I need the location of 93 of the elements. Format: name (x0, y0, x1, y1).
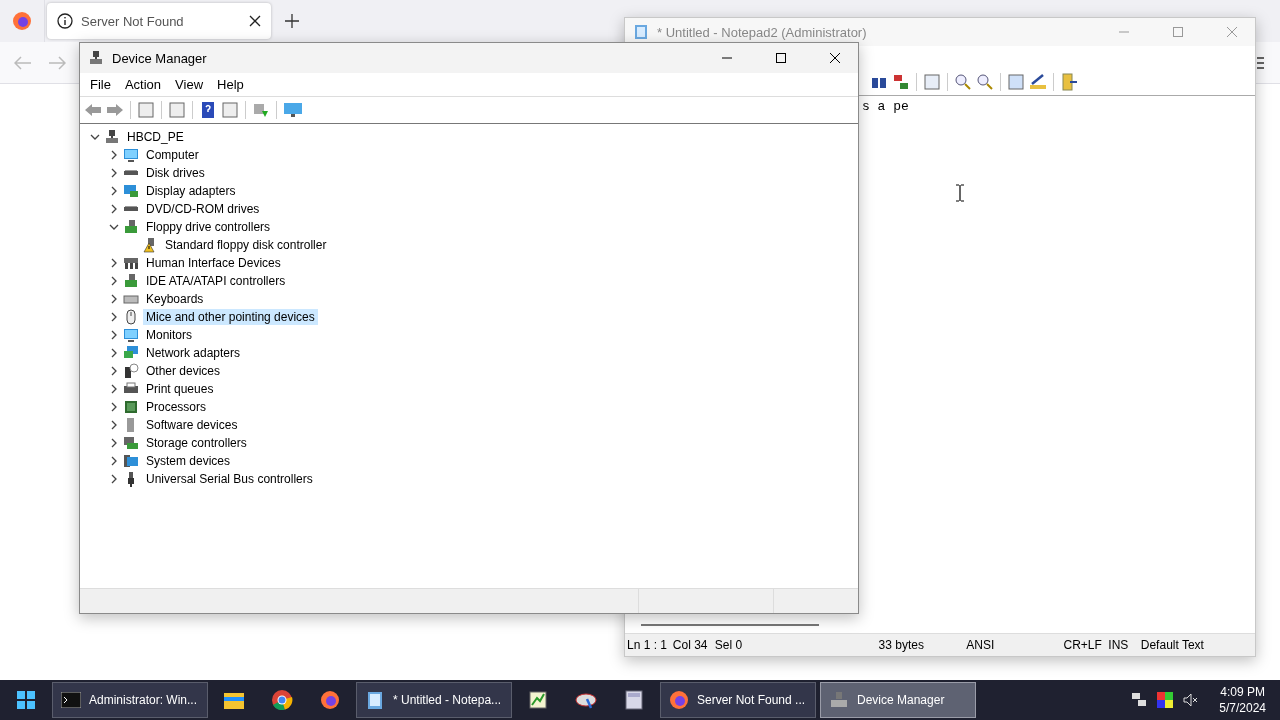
monitor-icon (123, 147, 139, 163)
browser-tab[interactable]: Server Not Found (47, 3, 271, 39)
tree-item[interactable]: Print queues (143, 381, 217, 397)
menu-icon[interactable] (1257, 56, 1264, 69)
zoom-in-icon[interactable] (954, 73, 972, 91)
calculator-icon (625, 690, 643, 710)
status-text: Ln 1 : 1 (626, 638, 669, 652)
warning-icon (142, 237, 158, 253)
controller-icon (123, 219, 139, 235)
scan-hardware-icon[interactable] (252, 101, 270, 119)
network-icon (123, 345, 139, 361)
clock[interactable]: 4:09 PM 5/7/2024 (1219, 684, 1266, 716)
computer-icon (104, 129, 120, 145)
notepad-icon (365, 690, 385, 710)
tree-item[interactable]: IDE ATA/ATAPI controllers (143, 273, 289, 289)
replace-icon[interactable] (892, 73, 910, 91)
firefox-icon (669, 690, 689, 710)
window-title: Device Manager (112, 50, 208, 66)
tree-item[interactable]: Human Interface Devices (143, 255, 284, 271)
forward-arrow-icon[interactable] (106, 101, 124, 119)
tree-item[interactable]: Disk drives (143, 165, 208, 181)
terminal-icon (61, 692, 81, 708)
editor-text: s a pe (862, 99, 909, 114)
computer-icon (88, 50, 104, 66)
device-manager-icon (829, 690, 849, 710)
taskbar-button[interactable]: Administrator: Win... (52, 682, 208, 718)
new-tab-icon[interactable] (285, 14, 299, 28)
status-text: 33 bytes (877, 638, 925, 652)
status-text: Sel 0 (713, 638, 744, 652)
back-arrow-icon[interactable] (84, 101, 102, 119)
tree-item[interactable]: Processors (143, 399, 210, 415)
tree-item[interactable]: Storage controllers (143, 435, 250, 451)
menu-item[interactable]: Action (117, 77, 169, 92)
status-text: INS (1107, 638, 1130, 652)
maximize-icon[interactable] (776, 53, 786, 63)
firefox-icon (320, 690, 340, 710)
storage-controller-icon (123, 435, 139, 451)
tree-item[interactable]: System devices (143, 453, 234, 469)
notepad-icon (633, 24, 649, 40)
unknown-device-icon (123, 363, 139, 379)
tree-item[interactable]: Floppy drive controllers (143, 219, 274, 235)
tree-item[interactable]: Keyboards (143, 291, 207, 307)
taskbar-button[interactable]: * Untitled - Notepa... (356, 682, 512, 718)
folder-icon (223, 690, 245, 710)
info-icon (57, 13, 73, 29)
system-device-icon (123, 453, 139, 469)
display-adapter-icon (123, 183, 139, 199)
tree-item[interactable]: Network adapters (143, 345, 244, 361)
monitor-icon (123, 327, 139, 343)
monitor-icon[interactable] (283, 101, 303, 119)
tree-item[interactable]: Mice and other pointing devices (143, 309, 318, 325)
firefox-icon (12, 11, 32, 31)
network-icon[interactable] (1131, 692, 1148, 708)
muted-speaker-icon[interactable] (1183, 692, 1200, 708)
processor-icon (123, 399, 139, 415)
drive-icon (123, 170, 139, 176)
mouse-icon (123, 309, 139, 325)
tree-item[interactable]: HBCD_PE (124, 129, 187, 145)
text-cursor-icon (955, 184, 965, 202)
zoom-out-icon[interactable] (976, 73, 994, 91)
menu-item[interactable]: View (168, 77, 211, 92)
tree-item[interactable]: Computer (143, 147, 202, 163)
tree-item[interactable]: Monitors (143, 327, 195, 343)
tree-item[interactable]: Universal Serial Bus controllers (143, 471, 316, 487)
chrome-icon (271, 689, 293, 711)
menu-item[interactable]: File (83, 77, 118, 92)
tree-item[interactable]: Software devices (143, 417, 241, 433)
tree-item[interactable]: Other devices (143, 363, 224, 379)
status-text: Default Text (1139, 638, 1205, 652)
tree-item[interactable]: Display adapters (143, 183, 239, 199)
tree-item[interactable]: DVD/CD-ROM drives (143, 201, 263, 217)
status-text: Col 34 (671, 638, 709, 652)
disk-tool-icon (575, 690, 597, 710)
hid-icon (123, 255, 139, 271)
status-text: CR+LF (1062, 638, 1103, 652)
controller-icon (123, 273, 139, 289)
status-text: ANSI (965, 638, 996, 652)
close-icon[interactable] (249, 15, 261, 27)
chart-icon (528, 690, 548, 710)
exit-door-icon[interactable] (1060, 73, 1078, 91)
color-squares-icon[interactable] (1157, 692, 1174, 708)
taskbar-button[interactable]: Server Not Found ... (660, 682, 816, 718)
windows-start-icon (16, 690, 36, 710)
tab-title: Server Not Found (81, 13, 185, 29)
window-title: * Untitled - Notepad2 (Administrator) (657, 24, 868, 40)
close-icon[interactable] (830, 53, 840, 63)
help-icon[interactable] (199, 101, 217, 119)
tree-item[interactable]: Standard floppy disk controller (162, 237, 330, 253)
drive-icon (123, 206, 139, 212)
scrollbar-thumb[interactable] (641, 624, 819, 626)
pencil-ruler-icon[interactable] (1029, 73, 1047, 91)
taskbar-button[interactable]: Device Manager (820, 682, 976, 718)
menu-item[interactable]: Help (210, 77, 251, 92)
